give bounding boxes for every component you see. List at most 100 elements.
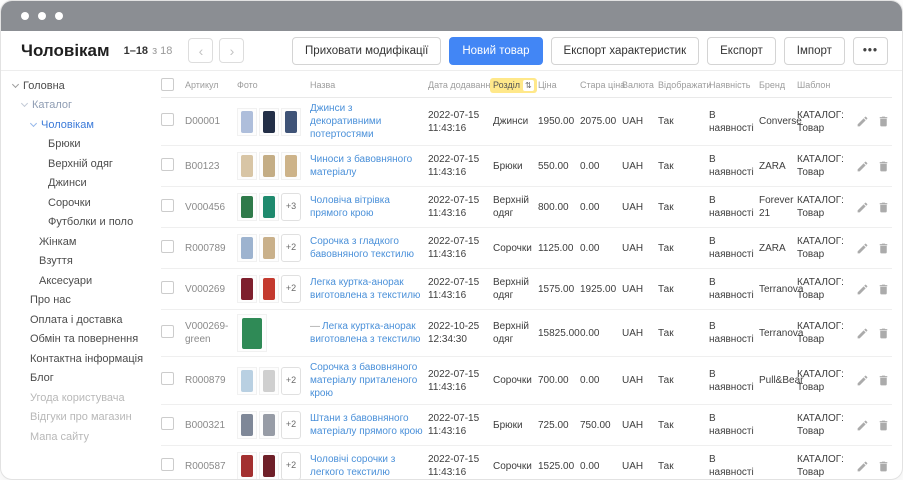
product-photo[interactable] — [237, 152, 257, 180]
row-checkbox[interactable] — [161, 325, 174, 338]
column-header-section[interactable]: Розділ ⇅ — [493, 78, 538, 93]
column-header-photo[interactable]: Фото — [237, 80, 310, 90]
row-checkbox[interactable] — [161, 199, 174, 212]
new-product-button[interactable]: Новий товар — [449, 37, 542, 65]
product-photo[interactable] — [281, 152, 301, 180]
product-photo[interactable] — [237, 411, 257, 439]
sidebar-item-16[interactable]: Угода користувача — [1, 388, 153, 408]
more-photos-badge[interactable]: +2 — [281, 452, 301, 479]
sidebar-item-15[interactable]: Блог — [1, 369, 153, 389]
sidebar-item-11[interactable]: Про нас — [1, 291, 153, 311]
delete-icon[interactable] — [877, 327, 890, 340]
row-checkbox[interactable] — [161, 113, 174, 126]
sidebar-item-13[interactable]: Обмін та повернення — [1, 330, 153, 350]
row-checkbox[interactable] — [161, 158, 174, 171]
column-header-old-price[interactable]: Стара ціна — [580, 80, 622, 90]
product-link[interactable]: Чиноси з бавовняного матеріалу — [310, 154, 412, 178]
sidebar-item-6[interactable]: Сорочки — [1, 193, 153, 213]
product-link[interactable]: Чоловічі сорочки з легкого текстилю — [310, 454, 395, 478]
sidebar-item-17[interactable]: Відгуки про магазин — [1, 408, 153, 428]
column-header-sku[interactable]: Артикул — [185, 80, 237, 90]
more-photos-badge[interactable]: +2 — [281, 275, 301, 303]
edit-icon[interactable] — [856, 460, 869, 473]
sidebar-item-2[interactable]: Чоловікам — [1, 115, 153, 135]
more-photos-badge[interactable]: +2 — [281, 234, 301, 262]
product-photo[interactable] — [237, 314, 267, 352]
next-page-button[interactable]: › — [219, 38, 244, 63]
export-button[interactable]: Експорт — [707, 37, 776, 65]
edit-icon[interactable] — [856, 283, 869, 296]
delete-icon[interactable] — [877, 374, 890, 387]
product-photo[interactable] — [259, 108, 279, 136]
product-link[interactable]: Сорочка з гладкого бавовняного текстилю — [310, 236, 414, 260]
product-link[interactable]: Штани з бавовняного матеріалу прямого кр… — [310, 413, 423, 437]
row-checkbox[interactable] — [161, 458, 174, 471]
product-link[interactable]: Джинси з декоративними потертостями — [310, 103, 381, 140]
sidebar-item-1[interactable]: Каталог — [1, 96, 153, 116]
edit-icon[interactable] — [856, 327, 869, 340]
column-header-date[interactable]: Дата додавання — [428, 80, 493, 90]
column-header-price[interactable]: Ціна — [538, 80, 580, 90]
more-photos-badge[interactable]: +2 — [281, 411, 301, 439]
delete-icon[interactable] — [877, 242, 890, 255]
product-photo[interactable] — [259, 367, 279, 395]
delete-icon[interactable] — [877, 460, 890, 473]
edit-icon[interactable] — [856, 201, 869, 214]
product-photo[interactable] — [259, 193, 279, 221]
column-header-display[interactable]: Відображати — [658, 80, 709, 90]
edit-icon[interactable] — [856, 115, 869, 128]
sidebar-item-5[interactable]: Джинси — [1, 174, 153, 194]
product-link[interactable]: Легка куртка-анорак виготовлена з тексти… — [310, 277, 420, 301]
delete-icon[interactable] — [877, 419, 890, 432]
sidebar-item-14[interactable]: Контактна інформація — [1, 349, 153, 369]
product-photo[interactable] — [259, 275, 279, 303]
product-photo[interactable] — [237, 367, 257, 395]
sidebar-item-8[interactable]: Жінкам — [1, 232, 153, 252]
product-photo[interactable] — [237, 193, 257, 221]
column-header-currency[interactable]: Валюта — [622, 80, 658, 90]
product-link[interactable]: Сорочка з бавовняного матеріалу притален… — [310, 362, 417, 399]
more-photos-badge[interactable]: +2 — [281, 367, 301, 395]
sidebar-item-3[interactable]: Брюки — [1, 135, 153, 155]
product-photo[interactable] — [259, 152, 279, 180]
prev-page-button[interactable]: ‹ — [188, 38, 213, 63]
edit-icon[interactable] — [856, 419, 869, 432]
row-checkbox[interactable] — [161, 281, 174, 294]
product-link[interactable]: Легка куртка-анорак виготовлена з тексти… — [310, 321, 420, 345]
window-maximize-button[interactable] — [55, 12, 63, 20]
window-minimize-button[interactable] — [38, 12, 46, 20]
sort-icon[interactable]: ⇅ — [523, 80, 534, 91]
window-close-button[interactable] — [21, 12, 29, 20]
sidebar-item-4[interactable]: Верхній одяг — [1, 154, 153, 174]
sidebar-item-0[interactable]: Головна — [1, 76, 153, 96]
edit-icon[interactable] — [856, 374, 869, 387]
column-header-name[interactable]: Назва — [310, 80, 428, 90]
product-photo[interactable] — [237, 234, 257, 262]
sidebar-item-9[interactable]: Взуття — [1, 252, 153, 272]
column-header-brand[interactable]: Бренд — [759, 80, 797, 90]
product-link[interactable]: Чоловіча вітрівка прямого крою — [310, 195, 390, 219]
sidebar-item-12[interactable]: Оплата і доставка — [1, 310, 153, 330]
product-photo[interactable] — [237, 275, 257, 303]
sidebar-item-18[interactable]: Мапа сайту — [1, 427, 153, 447]
product-photo[interactable] — [259, 411, 279, 439]
column-header-template[interactable]: Шаблон — [797, 80, 853, 90]
product-photo[interactable] — [237, 108, 257, 136]
delete-icon[interactable] — [877, 115, 890, 128]
sidebar-item-7[interactable]: Футболки и поло — [1, 213, 153, 233]
delete-icon[interactable] — [877, 201, 890, 214]
delete-icon[interactable] — [877, 160, 890, 173]
more-photos-badge[interactable]: +3 — [281, 193, 301, 221]
edit-icon[interactable] — [856, 242, 869, 255]
more-actions-button[interactable]: ••• — [853, 37, 888, 65]
row-checkbox[interactable] — [161, 240, 174, 253]
product-photo[interactable] — [259, 452, 279, 479]
hide-modifications-button[interactable]: Приховати модифікації — [292, 37, 441, 65]
product-photo[interactable] — [259, 234, 279, 262]
row-checkbox[interactable] — [161, 417, 174, 430]
edit-icon[interactable] — [856, 160, 869, 173]
product-photo[interactable] — [281, 108, 301, 136]
sidebar-item-10[interactable]: Аксесуари — [1, 271, 153, 291]
export-attributes-button[interactable]: Експорт характеристик — [551, 37, 700, 65]
product-photo[interactable] — [237, 452, 257, 479]
